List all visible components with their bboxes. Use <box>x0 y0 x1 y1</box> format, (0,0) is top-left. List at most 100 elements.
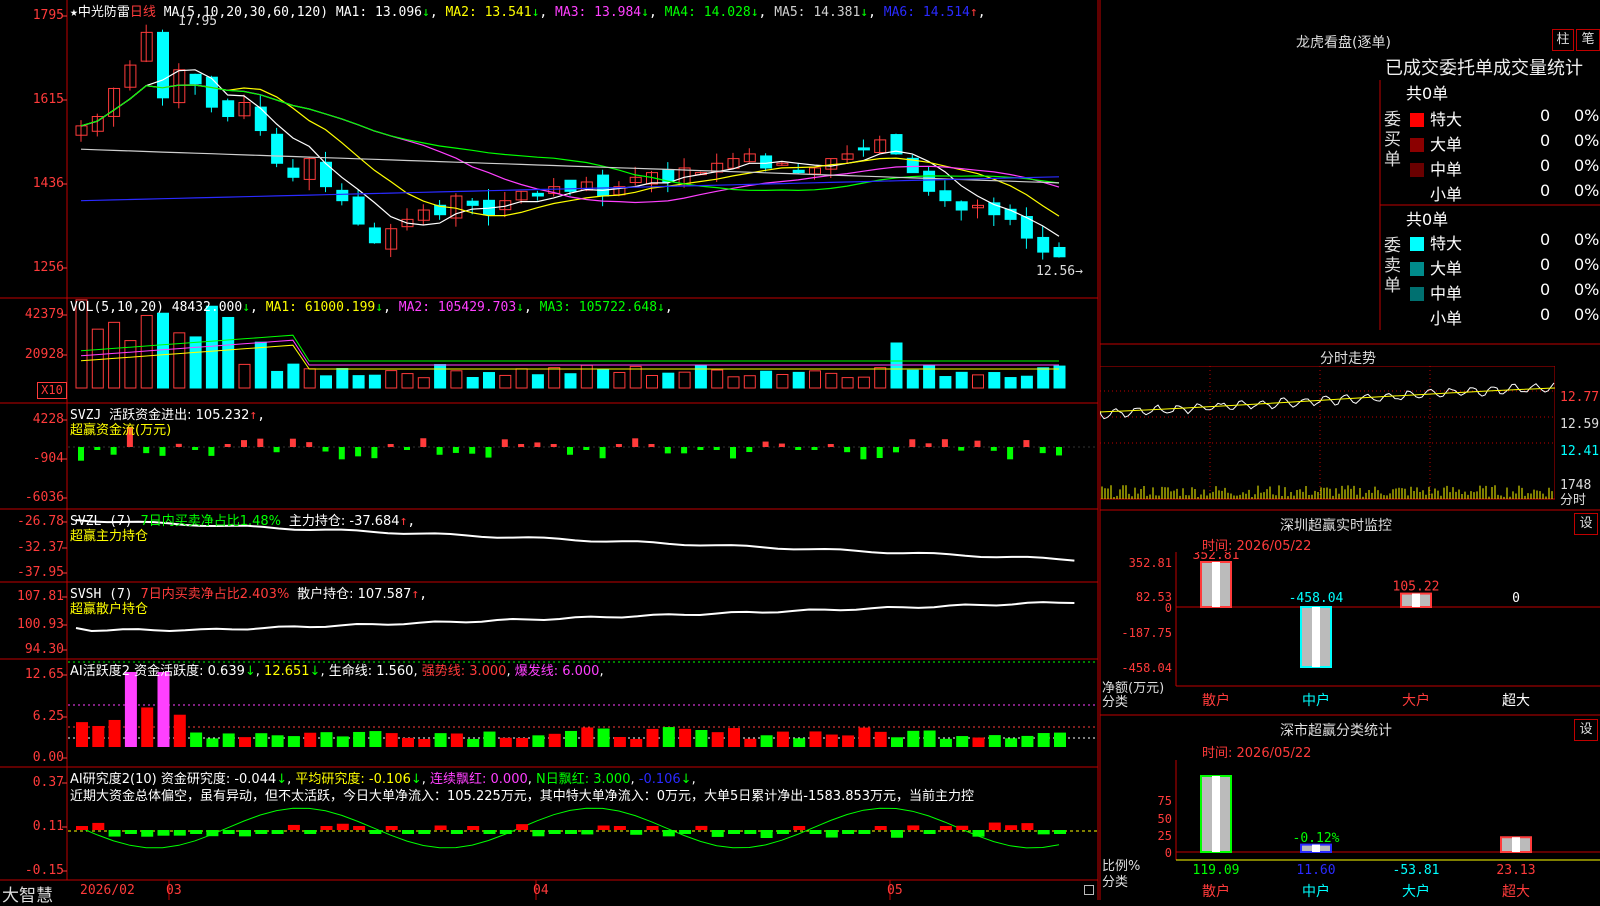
volume-bar <box>1037 367 1050 389</box>
sep: , <box>648 5 657 20</box>
tick-mode-button[interactable]: 笔 <box>1576 29 1600 51</box>
flow-bar <box>306 442 313 447</box>
sep: , <box>429 5 438 20</box>
activity-bar <box>1005 738 1018 747</box>
vol-ma-label: MA3: 105722.648 <box>531 300 658 315</box>
flow-bar <box>469 447 476 454</box>
flow-bar <box>175 443 182 447</box>
flow-bar <box>1039 447 1046 454</box>
sz-class-chart[interactable]: 75 50 25 0 119.09 散户 11.60 中户 -53.81 大户 23.13 超大 -0.… <box>1100 760 1600 900</box>
svzl-sub: 超赢主力持仓 <box>70 529 149 544</box>
activity-bar <box>173 714 186 747</box>
bar-mode-button[interactable]: 柱 <box>1552 29 1574 51</box>
ai2-tick: 0.11 <box>32 819 64 834</box>
sep: , <box>383 300 391 315</box>
research-bar <box>760 830 773 838</box>
activity-bar <box>793 738 806 747</box>
period-label[interactable]: 日线 <box>130 5 156 20</box>
research-bar <box>630 830 643 835</box>
research-bar <box>369 830 382 834</box>
class-value: 11.60 <box>1296 863 1335 878</box>
kline-chart[interactable] <box>68 0 1098 298</box>
volume-bar <box>841 377 854 389</box>
research-bar <box>1054 830 1066 834</box>
ma-arrow: ↓ <box>860 5 869 20</box>
activity-bar <box>108 719 121 747</box>
ai2-tick: -0.15 <box>24 863 64 878</box>
sell-total: 共0单 <box>1406 210 1449 229</box>
buy-total: 共0单 <box>1406 84 1449 103</box>
flow-bar <box>501 439 508 447</box>
svzl-tick: -26.78 <box>17 514 64 529</box>
order-count: 0 <box>1540 181 1551 200</box>
order-pct: 0% <box>1574 156 1600 175</box>
brand-logo: 大智慧 <box>2 886 53 906</box>
ma1-line <box>80 69 1060 237</box>
sep: , <box>868 5 876 20</box>
legend-swatch <box>1410 138 1424 152</box>
vol-unit-button[interactable]: X10 <box>37 382 67 399</box>
sz-monitor-chart[interactable]: 352.8182.530-187.75-458.04352.81散户-458.0… <box>1100 552 1600 712</box>
activity-bar <box>939 738 952 747</box>
research-bar <box>141 830 154 837</box>
flow-bar <box>664 447 671 454</box>
svzj-tick: -904 <box>32 451 64 466</box>
flow-bar <box>550 444 557 447</box>
flow-bar <box>338 447 345 460</box>
research-bar <box>385 826 398 830</box>
sz-class-title: 深市超赢分类统计 <box>1280 723 1392 739</box>
star-icon[interactable]: ★ <box>70 5 78 20</box>
order-type: 大单 <box>1430 135 1463 154</box>
lhb-subtitle: 已成交委托单成交量统计 <box>1385 58 1583 79</box>
class-y-title: 比例% <box>1102 859 1140 874</box>
activity-bar <box>239 737 251 747</box>
class-category: 中户 <box>1302 883 1330 900</box>
research-bar <box>809 830 822 834</box>
volume-bar <box>711 369 724 389</box>
activity-bar <box>467 738 480 747</box>
activity-bar <box>434 733 447 747</box>
monitor-tick: 352.81 <box>1129 556 1172 570</box>
kline-candle <box>792 169 805 174</box>
volume-bar <box>955 371 968 389</box>
volume-bar <box>303 368 316 389</box>
sep: , <box>523 300 532 315</box>
flow-bar <box>387 444 394 447</box>
vol-ma-label: MA1: 61000.199 <box>265 300 376 315</box>
flow-bar <box>567 447 573 455</box>
intraday-frame <box>1100 366 1555 500</box>
flow-bar <box>420 438 427 447</box>
flow-bar <box>615 444 622 447</box>
flow-bar <box>730 447 736 459</box>
svzl-label: 主力持仓: -37.684 <box>288 514 400 529</box>
activity-bar <box>728 728 740 747</box>
flow-bar <box>893 447 899 453</box>
lock-icon[interactable] <box>1084 885 1094 895</box>
flow-bar <box>355 447 362 457</box>
flow-bar <box>583 447 590 450</box>
intraday-chart[interactable] <box>1100 366 1555 510</box>
order-pct: 0% <box>1574 280 1600 299</box>
legend-swatch <box>1410 312 1424 326</box>
kline-candle <box>320 161 332 188</box>
sell-label: 委卖单 <box>1384 236 1401 296</box>
kline-candle <box>254 106 267 132</box>
buy-label: 委买单 <box>1384 110 1401 170</box>
kline-candle <box>760 155 773 169</box>
activity-bar <box>336 736 349 747</box>
intraday-tick: 12.41 <box>1560 444 1600 459</box>
sz-class-settings-button[interactable]: 设 <box>1574 719 1598 741</box>
activity-bar <box>825 734 838 747</box>
ma-label: MA2: 13.541 <box>437 5 532 20</box>
sz-monitor-settings-button[interactable]: 设 <box>1574 513 1598 535</box>
stock-name[interactable]: 中光防雷 <box>78 5 130 20</box>
volume-bar <box>287 363 300 389</box>
volume-bar <box>939 376 952 389</box>
order-row: 特大 <box>1410 230 1462 254</box>
activity-bar <box>271 735 284 747</box>
research-bar <box>418 830 431 834</box>
x-label: 04 <box>533 883 549 898</box>
flow-bar <box>632 438 639 447</box>
flow-bar <box>208 447 215 456</box>
research-bar <box>891 830 903 838</box>
